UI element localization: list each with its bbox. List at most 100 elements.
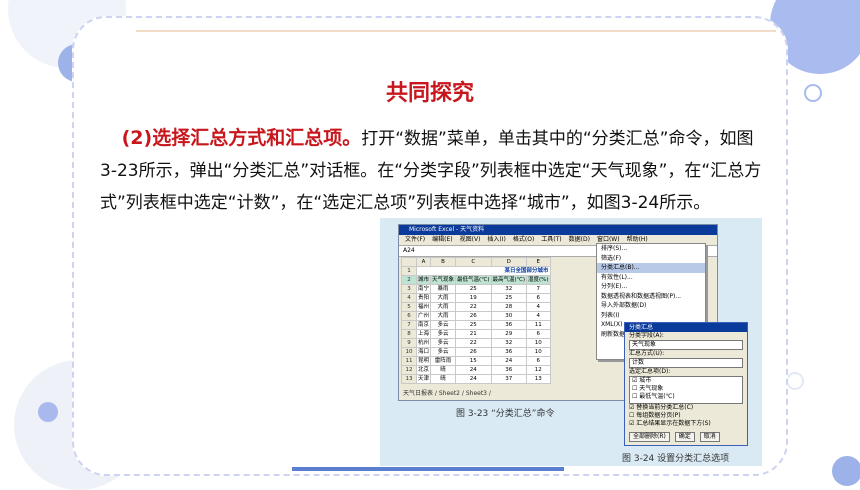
table-cell[interactable]: 晴 [430, 374, 457, 384]
col-header[interactable]: A [415, 257, 432, 267]
table-cell[interactable]: 26 [455, 311, 492, 321]
table-cell[interactable]: 12 [525, 365, 551, 375]
menu-item-0[interactable]: 文件(F) [405, 236, 425, 243]
col-header[interactable]: C [455, 257, 492, 267]
table-cell[interactable]: 22 [455, 338, 492, 348]
table-cell[interactable]: 32 [490, 338, 527, 348]
table-cell[interactable]: 6 [401, 311, 417, 321]
cancel-button[interactable]: 取消 [699, 432, 720, 442]
table-cell[interactable]: 暴雨 [430, 284, 457, 294]
table-cell[interactable]: 天津 [415, 374, 432, 384]
dropdown-item[interactable]: 筛选(F) [597, 254, 705, 264]
sheet-tabs[interactable]: 天气日报表 / Sheet2 / Sheet3 / [403, 388, 491, 397]
table-cell[interactable]: 24 [490, 356, 527, 366]
table-cell[interactable]: 8 [401, 329, 417, 339]
table-cell[interactable]: 贵阳 [415, 293, 432, 303]
table-cell[interactable]: 7 [401, 320, 417, 330]
dropdown-item[interactable]: 数据透视表和数据透视图(P)... [597, 292, 705, 302]
menu-item-7[interactable]: 窗口(W) [597, 236, 620, 243]
table-cell[interactable]: 7 [525, 284, 551, 294]
table-cell[interactable]: 6 [525, 293, 551, 303]
menu-item-2[interactable]: 视图(V) [460, 236, 481, 243]
check-page-break[interactable]: ☐ 每组数据分页(P) [625, 412, 747, 420]
table-cell[interactable]: 32 [490, 284, 527, 294]
menu-item-8[interactable]: 帮助(H) [627, 236, 648, 243]
table-cell[interactable]: 29 [490, 329, 527, 339]
table-cell[interactable]: 南京 [415, 320, 432, 330]
table-cell[interactable]: 广州 [415, 311, 432, 321]
items-list[interactable]: ☑ 城市 ☐ 天气现象 ☐ 最低气温(℃) [629, 376, 743, 404]
table-cell[interactable]: 10 [525, 347, 551, 357]
table-cell[interactable]: 大雨 [430, 311, 457, 321]
table-cell[interactable]: 上海 [415, 329, 432, 339]
table-cell[interactable]: 4 [525, 302, 551, 312]
sheet-title-cell[interactable]: 某日全国部分城市 [416, 266, 551, 276]
table-header-cell[interactable]: 湿度(%) [525, 275, 551, 285]
table-cell[interactable]: 多云 [430, 347, 457, 357]
table-cell[interactable]: 37 [490, 374, 527, 384]
table-cell[interactable]: 海口 [415, 347, 432, 357]
col-header[interactable] [401, 257, 417, 267]
menu-item-3[interactable]: 插入(I) [487, 236, 505, 243]
dropdown-item[interactable]: 分列(E)... [597, 282, 705, 292]
field-select[interactable]: 天气现象 [629, 340, 743, 350]
col-header[interactable]: E [525, 257, 551, 267]
table-cell[interactable]: 杭州 [415, 338, 432, 348]
menu-item-6[interactable]: 数据(D) [569, 236, 590, 243]
table-cell[interactable]: 24 [455, 365, 492, 375]
dropdown-item[interactable]: 有效性(L)... [597, 273, 705, 283]
table-header-cell[interactable]: 城市 [415, 275, 432, 285]
col-header[interactable]: B [430, 257, 457, 267]
table-cell[interactable]: 4 [401, 293, 417, 303]
table-cell[interactable]: 26 [455, 347, 492, 357]
table-cell[interactable]: 6 [525, 356, 551, 366]
table-cell[interactable]: 多云 [430, 320, 457, 330]
check-summary-below[interactable]: ☑ 汇总结果显示在数据下方(S) [625, 420, 747, 428]
table-cell[interactable]: 3 [401, 284, 417, 294]
table-cell[interactable]: 大雨 [430, 293, 457, 303]
table-header-cell[interactable]: 最高气温(℃) [490, 275, 527, 285]
table-cell[interactable]: 南宁 [415, 284, 432, 294]
list-item[interactable]: ☐ 天气现象 [630, 385, 742, 393]
check-replace[interactable]: ☑ 替换当前分类汇总(C) [625, 404, 747, 412]
table-cell[interactable]: 13 [401, 374, 417, 384]
table-cell[interactable]: 多云 [430, 338, 457, 348]
menu-item-5[interactable]: 工具(T) [541, 236, 561, 243]
dropdown-item[interactable]: 导入外部数据(D) [597, 301, 705, 311]
table-cell[interactable]: 大雨 [430, 302, 457, 312]
menu-item-4[interactable]: 格式(O) [513, 236, 534, 243]
table-cell[interactable]: 19 [455, 293, 492, 303]
table-cell[interactable]: 10 [401, 347, 417, 357]
list-item[interactable]: ☑ 城市 [630, 377, 742, 385]
table-cell[interactable]: 12 [401, 365, 417, 375]
table-cell[interactable]: 24 [455, 374, 492, 384]
table-cell[interactable]: 5 [401, 302, 417, 312]
table-cell[interactable]: 多云 [430, 329, 457, 339]
table-cell[interactable]: 福州 [415, 302, 432, 312]
table-cell[interactable]: 雷阵雨 [430, 356, 457, 366]
menu-item-1[interactable]: 编辑(E) [432, 236, 452, 243]
table-cell[interactable]: 25 [455, 320, 492, 330]
table-cell[interactable]: 6 [525, 329, 551, 339]
name-box[interactable]: A24 [403, 247, 415, 254]
table-cell[interactable]: 昆明 [415, 356, 432, 366]
table-cell[interactable]: 11 [401, 356, 417, 366]
table-cell[interactable]: 21 [455, 329, 492, 339]
table-cell[interactable]: 10 [525, 338, 551, 348]
col-header[interactable]: D [490, 257, 527, 267]
table-cell[interactable]: 28 [490, 302, 527, 312]
table-cell[interactable]: 36 [490, 320, 527, 330]
table-cell[interactable]: 25 [455, 284, 492, 294]
table-cell[interactable]: 22 [455, 302, 492, 312]
dropdown-item[interactable]: 列表(I) [597, 311, 705, 321]
table-cell[interactable]: 30 [490, 311, 527, 321]
ok-button[interactable]: 确定 [674, 432, 695, 442]
table-cell[interactable]: 36 [490, 365, 527, 375]
table-header-cell[interactable]: 最低气温(℃) [455, 275, 492, 285]
table-header-cell[interactable]: 天气现象 [430, 275, 457, 285]
table-cell[interactable]: 11 [525, 320, 551, 330]
dropdown-item[interactable]: 排序(S)... [597, 244, 705, 254]
table-cell[interactable]: 晴 [430, 365, 457, 375]
table-cell[interactable]: 25 [490, 293, 527, 303]
table-cell[interactable]: 4 [525, 311, 551, 321]
